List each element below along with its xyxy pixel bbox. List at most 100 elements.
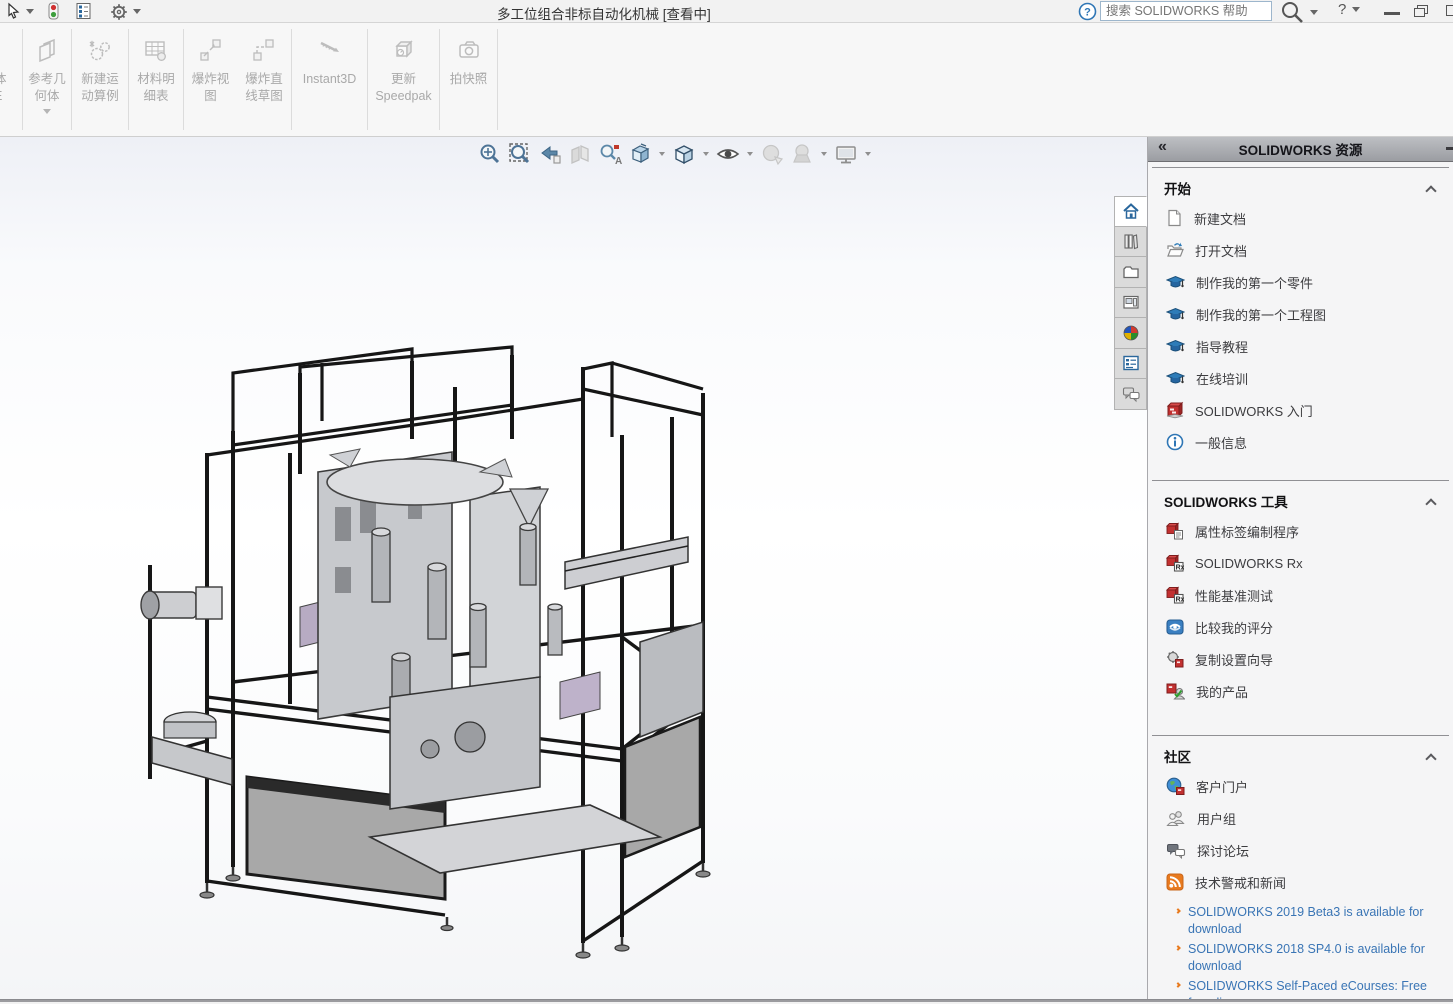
zoom-to-fit-button[interactable] [476,140,504,168]
item-label: 技术警戒和新闻 [1195,873,1286,892]
zoom-to-area-button[interactable] [506,140,534,168]
tab-solidworks-resources[interactable] [1114,196,1147,227]
ribbon-button-partial[interactable]: 体 E [0,23,22,136]
item-label: 用户组 [1197,809,1236,828]
svg-text:Rx: Rx [1176,565,1184,572]
select-dropdown[interactable] [26,9,34,14]
chevron-up-icon[interactable] [1425,753,1436,764]
chevron-down-icon[interactable] [865,152,871,156]
chevron-up-icon[interactable] [1425,185,1436,196]
select-tool-button[interactable] [5,2,23,20]
panel-item-property-tab-builder[interactable]: 属性标签编制程序 [1148,515,1453,547]
panel-item-general-info[interactable]: 一般信息 [1148,426,1453,458]
chevron-down-icon[interactable] [821,152,827,156]
tab-design-library[interactable] [1114,227,1147,258]
exploded-view-icon [195,35,227,67]
sw-rx-icon: Rx [1166,554,1184,572]
panel-item-customer-portal[interactable]: 客户门户 [1148,770,1453,802]
news-link-text: SOLIDWORKS 2019 Beta3 is available for d… [1188,904,1443,938]
chevron-up-icon[interactable] [1425,498,1436,509]
section-view-button[interactable] [566,140,594,168]
bill-of-materials-button[interactable]: 材料明 细表 [129,23,183,136]
tutorial-cap-icon [1166,306,1185,322]
news-link-text: SOLIDWORKS 2018 SP4.0 is available for d… [1188,941,1443,975]
display-style-button[interactable] [670,140,698,168]
search-button[interactable] [1280,0,1318,25]
button-label: 参考几 [28,71,66,88]
hide-show-items-button[interactable] [714,140,742,168]
panel-item-copy-settings-wizard[interactable]: 复制设置向导 [1148,643,1453,675]
item-label: 复制设置向导 [1195,650,1273,669]
news-link[interactable]: SOLIDWORKS 2019 Beta3 is available for d… [1188,904,1443,938]
panel-item-first-part[interactable]: 制作我的第一个零件 [1148,266,1453,298]
panel-item-open-document[interactable]: 打开文档 [1148,234,1453,266]
news-link[interactable]: SOLIDWORKS Self-Paced eCourses: Free for… [1188,978,1443,999]
panel-header: « SOLIDWORKS 资源 [1148,137,1453,162]
collapse-panel-button[interactable]: « [1158,138,1167,156]
tab-appearances-scenes[interactable] [1114,318,1147,349]
tech-alerts-icon [1166,873,1184,891]
panel-item-sw-introduction[interactable]: SOLIDWORKS 入门 [1148,394,1453,426]
panel-item-online-training[interactable]: 在线培训 [1148,362,1453,394]
view-orientation-button[interactable] [626,140,654,168]
search-input[interactable] [1100,1,1272,21]
document-title: 多工位组合非标自动化机械 [查看中] [497,3,711,23]
explode-line-sketch-button[interactable]: 爆炸直 线草图 [237,23,291,136]
apply-scene-button[interactable] [788,140,816,168]
panel-item-new-document[interactable]: 新建文档 [1148,202,1453,234]
section-title: SOLIDWORKS 工具 [1164,491,1288,511]
books-icon [1121,231,1141,251]
previous-view-icon [537,141,563,167]
help-glyph: ? [1084,7,1091,19]
panel-item-solidworks-rx[interactable]: Rx SOLIDWORKS Rx [1148,547,1453,579]
chevron-down-icon[interactable] [747,152,753,156]
panel-item-first-drawing[interactable]: 制作我的第一个工程图 [1148,298,1453,330]
traffic-light-button[interactable] [44,2,62,21]
tab-file-explorer[interactable] [1114,257,1147,288]
sw-box-icon [1166,401,1184,419]
design-checker-button[interactable] [75,2,93,20]
section-header-tools[interactable]: SOLIDWORKS 工具 [1148,481,1453,515]
take-snapshot-button[interactable]: 拍快照 [440,23,497,136]
panel-item-tutorials[interactable]: 指导教程 [1148,330,1453,362]
panel-item-user-groups[interactable]: 用户组 [1148,802,1453,834]
speedpak-icon [388,35,420,67]
dynamic-annotation-views-button[interactable]: A [596,140,624,168]
close-button[interactable] [1446,5,1453,16]
chevron-down-icon[interactable] [659,152,665,156]
help-menu-button[interactable]: ? [1338,1,1360,18]
update-speedpak-button[interactable]: 更新 Speedpak [368,23,439,136]
section-header-community[interactable]: 社区 [1148,736,1453,770]
tab-solidworks-forum[interactable] [1114,379,1147,410]
title-bar: 多工位组合非标自动化机械 [查看中] ? ? [0,0,1453,23]
button-label: 细表 [143,88,168,105]
cad-model [0,137,1147,999]
panel-item-tech-alerts-news[interactable]: 技术警戒和新闻 [1148,866,1453,898]
chevron-down-icon[interactable] [703,152,709,156]
previous-view-button[interactable] [536,140,564,168]
options-dropdown[interactable] [133,9,141,14]
restore-button[interactable] [1414,5,1430,17]
model-viewport[interactable] [0,137,1147,999]
minimize-button[interactable] [1384,5,1400,15]
view-settings-button[interactable] [832,140,860,168]
panel-item-compare-my-score[interactable]: 比较我的评分 [1148,611,1453,643]
news-link[interactable]: SOLIDWORKS 2018 SP4.0 is available for d… [1188,941,1443,975]
options-button[interactable] [109,2,129,22]
new-motion-study-button[interactable]: 新建运 动算例 [72,23,128,136]
tab-view-palette[interactable] [1114,288,1147,319]
customer-portal-icon [1166,777,1185,795]
reference-geometry-button[interactable]: 参考几 何体 [23,23,71,136]
panel-item-discussion-forum[interactable]: 探讨论坛 [1148,834,1453,866]
edit-appearance-button[interactable] [758,140,786,168]
pin-icon[interactable] [1446,147,1453,150]
sw-benchmark-icon: Rx [1166,586,1184,604]
panel-item-performance-benchmark[interactable]: Rx 性能基准测试 [1148,579,1453,611]
panel-item-my-products[interactable]: 我的产品 [1148,675,1453,707]
tab-custom-properties[interactable] [1114,349,1147,380]
exploded-view-button[interactable]: 爆炸视 图 [184,23,237,136]
section-header-start[interactable]: 开始 [1148,168,1453,202]
instant3d-button[interactable]: Instant3D [292,23,367,136]
annotation-views-icon: A [597,141,623,167]
svg-text:A: A [615,156,622,167]
